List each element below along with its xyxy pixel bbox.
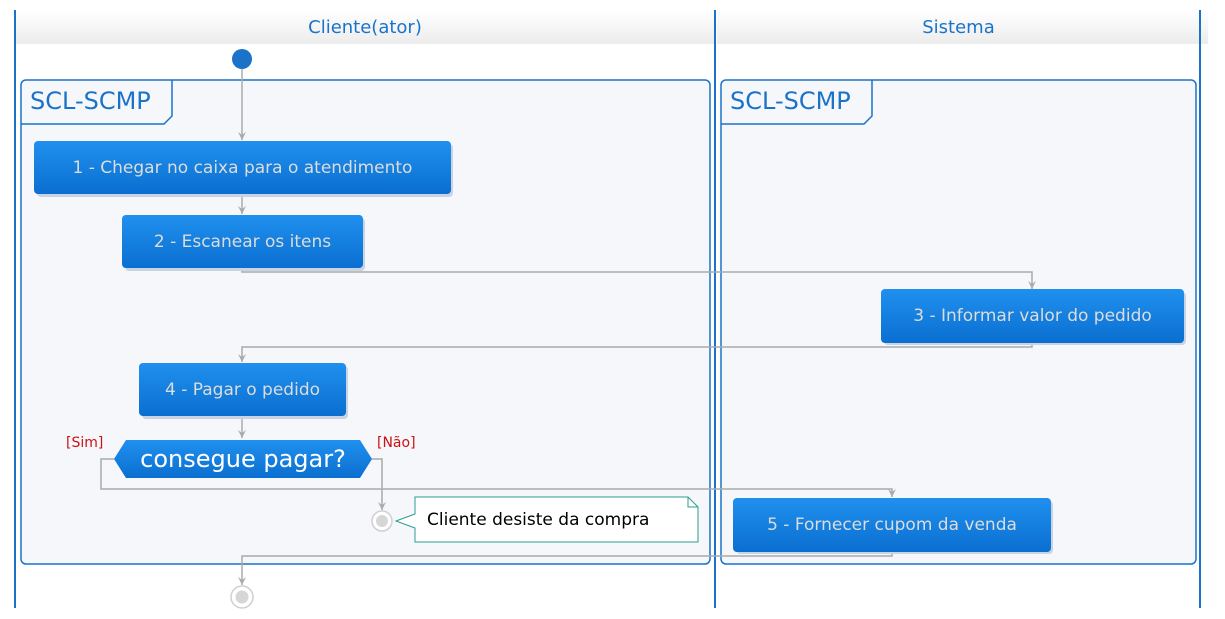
frame-label-right: SCL-SCMP [730, 87, 851, 115]
note-text: Cliente desiste da compra [427, 510, 650, 530]
action-3-informar-valor: 3 - Informar valor do pedido [881, 289, 1184, 343]
end-node-inner [235, 590, 249, 604]
flow-final-node-inner [376, 515, 388, 527]
lane-title-sistema: Sistema [922, 17, 995, 38]
action-1-chegar-no-caixa: 1 - Chegar no caixa para o atendimento [34, 141, 451, 194]
guard-sim: [Sim] [66, 435, 104, 451]
action-4-pagar-pedido: 4 - Pagar o pedido [139, 363, 346, 416]
action-2-escanear-itens: 2 - Escanear os itens [122, 215, 363, 268]
start-node [232, 49, 252, 69]
guard-nao: [Não] [377, 435, 416, 451]
action-5-fornecer-cupom: 5 - Fornecer cupom da venda [733, 498, 1051, 552]
frame-label-left: SCL-SCMP [30, 87, 151, 115]
lane-title-cliente: Cliente(ator) [308, 17, 422, 38]
decision-label: consegue pagar? [140, 445, 346, 473]
